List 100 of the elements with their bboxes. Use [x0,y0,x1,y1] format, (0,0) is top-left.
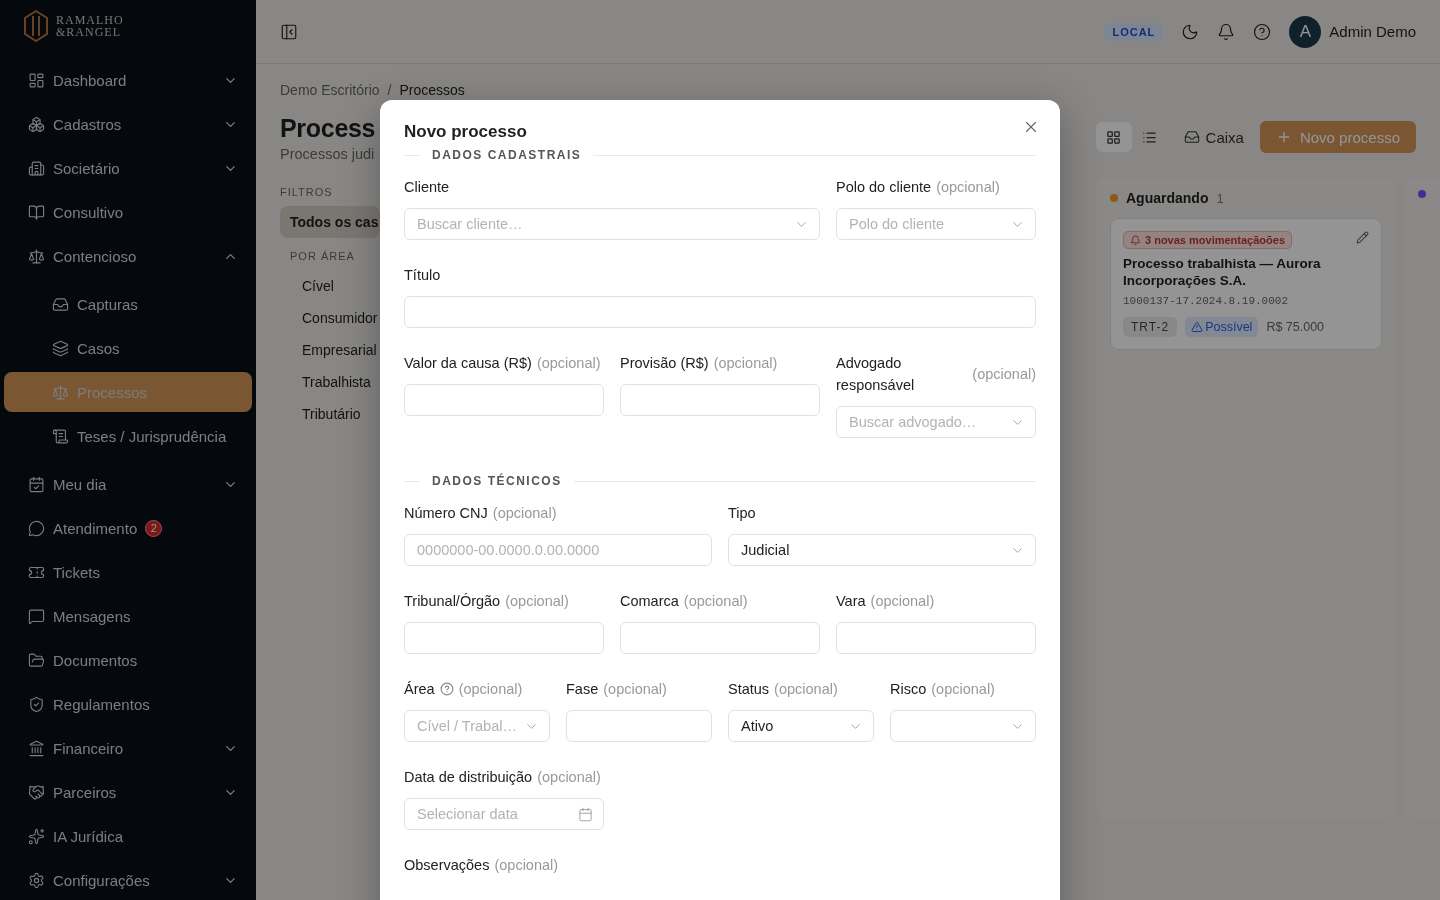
page-title: Process [280,113,376,144]
input-field[interactable] [404,622,604,654]
input-field[interactable] [404,296,1036,328]
input-field[interactable] [566,710,712,742]
sidebar-item[interactable]: Consultivo [4,192,252,232]
inbox-button[interactable]: Caixa [1179,121,1248,153]
section-title: DADOS CADASTRAIS [431,148,583,162]
sidebar-item[interactable]: Societário [4,148,252,188]
field-label: Observações [404,856,490,875]
list-view-icon [1142,129,1158,145]
filter-item[interactable]: Tributário [280,398,380,430]
input-field[interactable] [404,384,604,416]
filter-item[interactable]: Consumidor [280,302,380,334]
sidebar-item[interactable]: Parceiros [4,772,252,812]
chat-bubble-icon [28,519,45,537]
sidebar-item[interactable]: Financeiro [4,728,252,768]
section-title: DADOS TÉCNICOS [431,474,563,488]
input-field[interactable] [620,622,820,654]
field-label: Data de distribuição [404,768,533,787]
count-badge: 2 [145,519,163,537]
logo-icon [24,10,48,42]
pencil-icon[interactable] [1356,231,1369,244]
breadcrumb-separator: / [387,82,392,98]
process-card[interactable]: 3 novas movimentaçãoões Processo trabalhista — Aurora Incorporações S.A. 1000137-17.2024.8.19.0002 TRT-2 Possível R$ 75.000 [1110,218,1382,350]
book-icon [28,203,45,221]
building-icon [28,159,45,177]
optional-hint: (opcional) [931,681,995,697]
sidebar-item[interactable]: Regulamentos [4,684,252,724]
field-label: Status [728,680,770,699]
optional-hint: (opcional) [494,857,559,873]
sidebar-item[interactable]: Teses / Jurisprudência [4,416,252,456]
sidebar-item[interactable]: Configurações [4,860,252,900]
filter-item[interactable]: Empresarial [280,334,380,366]
section-label: POR ÁREA [289,250,356,262]
filter-item[interactable]: Cível [280,270,380,302]
dialog-title: Novo processo [404,122,527,142]
view-toggle[interactable] [1095,122,1132,152]
page-subtitle: Processos judi [280,146,376,162]
field-label: Título [404,266,441,285]
field-label: Advogado responsável [836,354,916,395]
folder-icon [28,651,45,669]
input-field[interactable] [836,622,1036,654]
optional-hint: (opcional) [683,593,748,609]
select-field[interactable]: Judicial [728,534,1036,566]
card-title: Processo trabalhista — Aurora Incorporações S.A. [1123,255,1322,289]
field-label: Número CNJ [404,504,488,523]
optional-hint: (opcional) [972,366,1036,382]
input-field[interactable]: 0000000-00.0000.0.00.0000 [404,534,712,566]
optional-hint: (opcional) [536,355,601,371]
optional-hint: (opcional) [713,355,778,371]
field-label: Polo do cliente [836,178,932,197]
sidebar-item[interactable]: Dashboard [4,60,252,100]
help-icon[interactable] [439,682,454,696]
field-label: Tribunal/Órgão [404,592,501,611]
sidebar-item[interactable]: Casos [4,328,252,368]
sidebar-item[interactable]: Tickets [4,552,252,592]
logo-text: &RANGEL [56,26,122,38]
optional-hint: (opcional) [603,681,667,697]
user-name[interactable]: Admin Demo [1329,23,1416,40]
dashboard-icon [28,71,45,89]
field-label: Vara [836,592,866,611]
case-value: R$ 75.000 [1266,320,1325,334]
field-label: Área [404,680,435,699]
field-label: Valor da causa (R$) [404,354,532,373]
select-field[interactable]: Ativo [728,710,874,742]
sparkles-icon [28,827,45,845]
case-number: 1000137-17.2024.8.19.0002 [1123,295,1290,307]
filter-item[interactable]: Todos os cas [280,206,380,238]
court-tag: TRT-2 [1123,317,1178,337]
filter-item[interactable]: Trabalhista [280,366,380,398]
optional-hint: (opcional) [458,681,523,697]
select-field[interactable] [890,710,1036,742]
sidebar-item[interactable]: Mensagens [4,596,252,636]
environment-badge: LOCAL [1104,22,1164,41]
optional-hint: (opcional) [936,179,1000,195]
bell-icon [1130,234,1141,246]
calendar-icon [28,475,45,493]
logo-text: RAMALHO [56,14,124,26]
help-icon[interactable] [1253,22,1272,41]
sidebar-item[interactable]: Meu dia [4,464,252,504]
sidebar-item[interactable]: IA Jurídica [4,816,252,856]
input-field[interactable] [620,384,820,416]
settings-icon [28,871,45,889]
sidebar-item[interactable]: Cadastros [4,104,252,144]
user-avatar[interactable]: A [1289,15,1322,48]
bell-icon[interactable] [1217,22,1236,41]
sidebar-toggle-icon[interactable] [280,22,298,41]
scroll-icon [52,427,69,445]
breadcrumb-link[interactable]: Processos [399,82,465,98]
breadcrumb-link[interactable]: Demo Escritório [280,82,380,98]
optional-hint: (opcional) [774,681,838,697]
inbox-icon [1183,129,1200,145]
moon-icon[interactable] [1181,22,1200,41]
grid-view-icon [1106,129,1122,145]
sidebar-item[interactable]: Capturas [4,284,252,324]
field-label: Tipo [728,504,756,523]
field-label: Provisão (R$) [620,354,709,373]
sidebar-item[interactable]: Documentos [4,640,252,680]
sidebar-item[interactable]: Atendimento 2 [4,508,252,548]
sidebar-item[interactable]: Contencioso [4,236,252,276]
